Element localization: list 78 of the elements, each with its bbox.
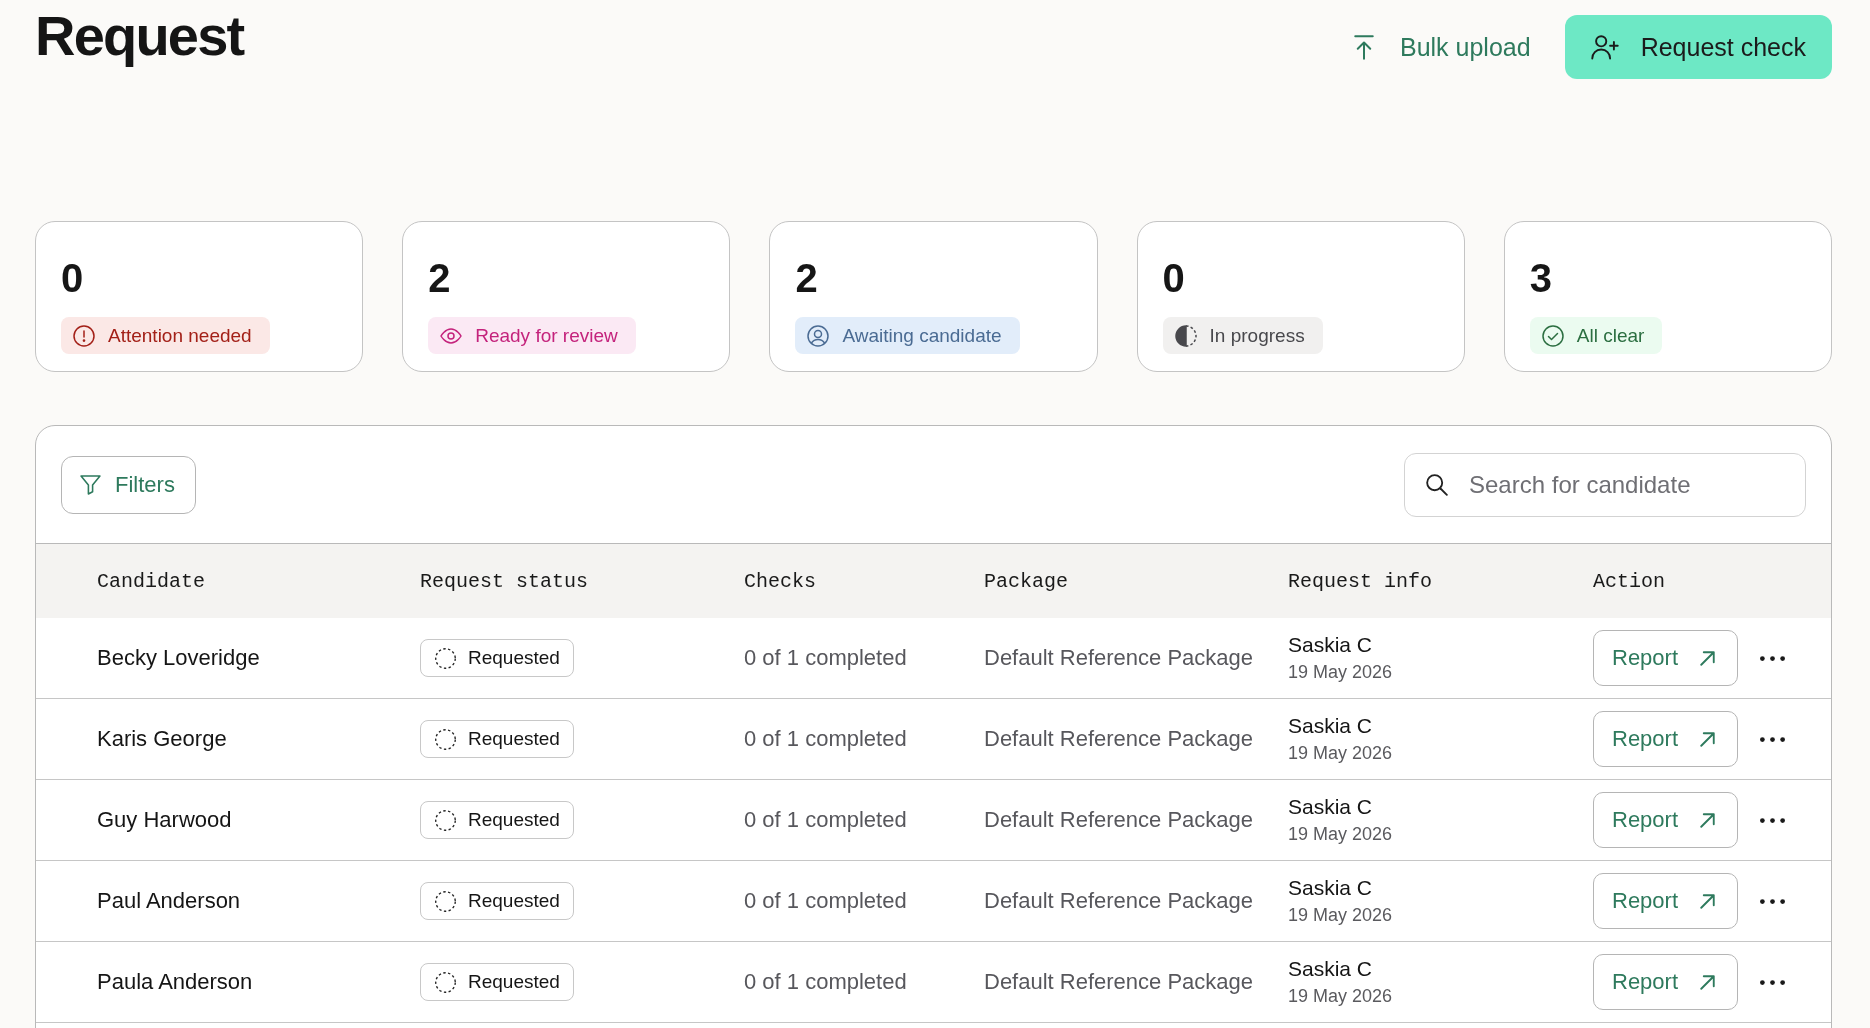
request-date: 19 May 2026 [1288, 985, 1393, 1007]
dashed-circle-icon [435, 890, 456, 912]
more-icon[interactable] [1760, 898, 1786, 904]
status-label: In progress [1209, 324, 1305, 347]
stat-count: 0 [1162, 258, 1185, 298]
status-label: Ready for review [475, 324, 618, 347]
package-name: Default Reference Package [984, 726, 1254, 752]
stat-count: 0 [61, 258, 84, 298]
checks-count: 0 of 1 completed [744, 645, 907, 671]
report-button[interactable]: Report [1593, 873, 1739, 929]
upload-icon [1353, 34, 1374, 60]
requester-name: Saskia C [1288, 714, 1373, 738]
stat-count: 2 [795, 258, 818, 298]
checks-count: 0 of 1 completed [744, 969, 907, 995]
alert-icon [73, 324, 95, 347]
column-header: Request status [420, 569, 589, 593]
more-icon[interactable] [1760, 817, 1786, 823]
request-date: 19 May 2026 [1288, 904, 1393, 926]
column-header: Checks [744, 569, 816, 593]
dashed-circle-icon [435, 647, 456, 669]
checks-count: 0 of 1 completed [744, 726, 907, 752]
column-header: Action [1593, 569, 1665, 593]
status-label: Requested [468, 647, 560, 669]
request-date: 19 May 2026 [1288, 742, 1393, 764]
dashed-circle-icon [435, 728, 456, 750]
report-button[interactable]: Report [1593, 954, 1739, 1010]
report-button[interactable]: Report [1593, 630, 1739, 686]
half-circle-icon [1174, 324, 1197, 347]
more-icon[interactable] [1760, 736, 1786, 742]
status-label: All clear [1576, 324, 1645, 347]
arrow-up-right-icon [1700, 731, 1716, 747]
arrow-up-right-icon [1700, 650, 1716, 666]
status-label: Attention needed [108, 324, 252, 347]
search-field[interactable]: Search for candidate [1404, 452, 1806, 517]
report-button[interactable]: Report [1593, 792, 1739, 848]
bulk-upload-button[interactable]: Bulk upload [1353, 27, 1531, 67]
report-button[interactable]: Report [1593, 711, 1739, 767]
arrow-up-right-icon [1700, 812, 1716, 828]
request-check-button[interactable]: Request check [1564, 15, 1832, 79]
person-add-icon [1590, 34, 1619, 60]
checks-count: 0 of 1 completed [744, 888, 907, 914]
search-icon [1426, 473, 1448, 496]
arrow-up-right-icon [1700, 893, 1716, 909]
candidate-name: Paula Anderson [97, 969, 253, 995]
candidate-name: Paul Anderson [97, 888, 241, 914]
stat-count: 3 [1529, 258, 1553, 298]
filter-icon [80, 474, 101, 495]
more-icon[interactable] [1760, 655, 1786, 661]
dashed-circle-icon [435, 971, 456, 993]
package-name: Default Reference Package [984, 888, 1254, 914]
requester-name: Saskia C [1288, 795, 1373, 819]
status-label: Awaiting candidate [842, 324, 1002, 347]
requester-name: Saskia C [1288, 957, 1373, 981]
column-header: Package [984, 569, 1068, 593]
candidate-name: Guy Harwood [97, 807, 232, 833]
package-name: Default Reference Package [984, 807, 1254, 833]
more-icon[interactable] [1760, 979, 1786, 985]
stat-count: 2 [428, 258, 451, 298]
request-date: 19 May 2026 [1288, 823, 1393, 845]
column-header: Candidate [97, 569, 206, 593]
package-name: Default Reference Package [984, 645, 1254, 671]
status-label: Requested [468, 890, 560, 912]
requester-name: Saskia C [1288, 876, 1373, 900]
candidate-name: Becky Loveridge [97, 645, 260, 671]
column-header: Request info [1288, 569, 1433, 593]
candidate-name: Karis George [97, 726, 227, 752]
request-date: 19 May 2026 [1288, 661, 1393, 683]
requester-name: Saskia C [1288, 633, 1373, 657]
status-label: Requested [468, 809, 560, 831]
status-label: Requested [468, 728, 560, 750]
check-circle-icon [1541, 324, 1564, 347]
status-label: Requested [468, 971, 560, 993]
user-circle-icon [807, 324, 830, 347]
package-name: Default Reference Package [984, 969, 1254, 995]
filters-button[interactable]: Filters [61, 455, 196, 514]
arrow-up-right-icon [1700, 974, 1716, 990]
checks-count: 0 of 1 completed [744, 807, 907, 833]
dashed-circle-icon [435, 809, 456, 831]
